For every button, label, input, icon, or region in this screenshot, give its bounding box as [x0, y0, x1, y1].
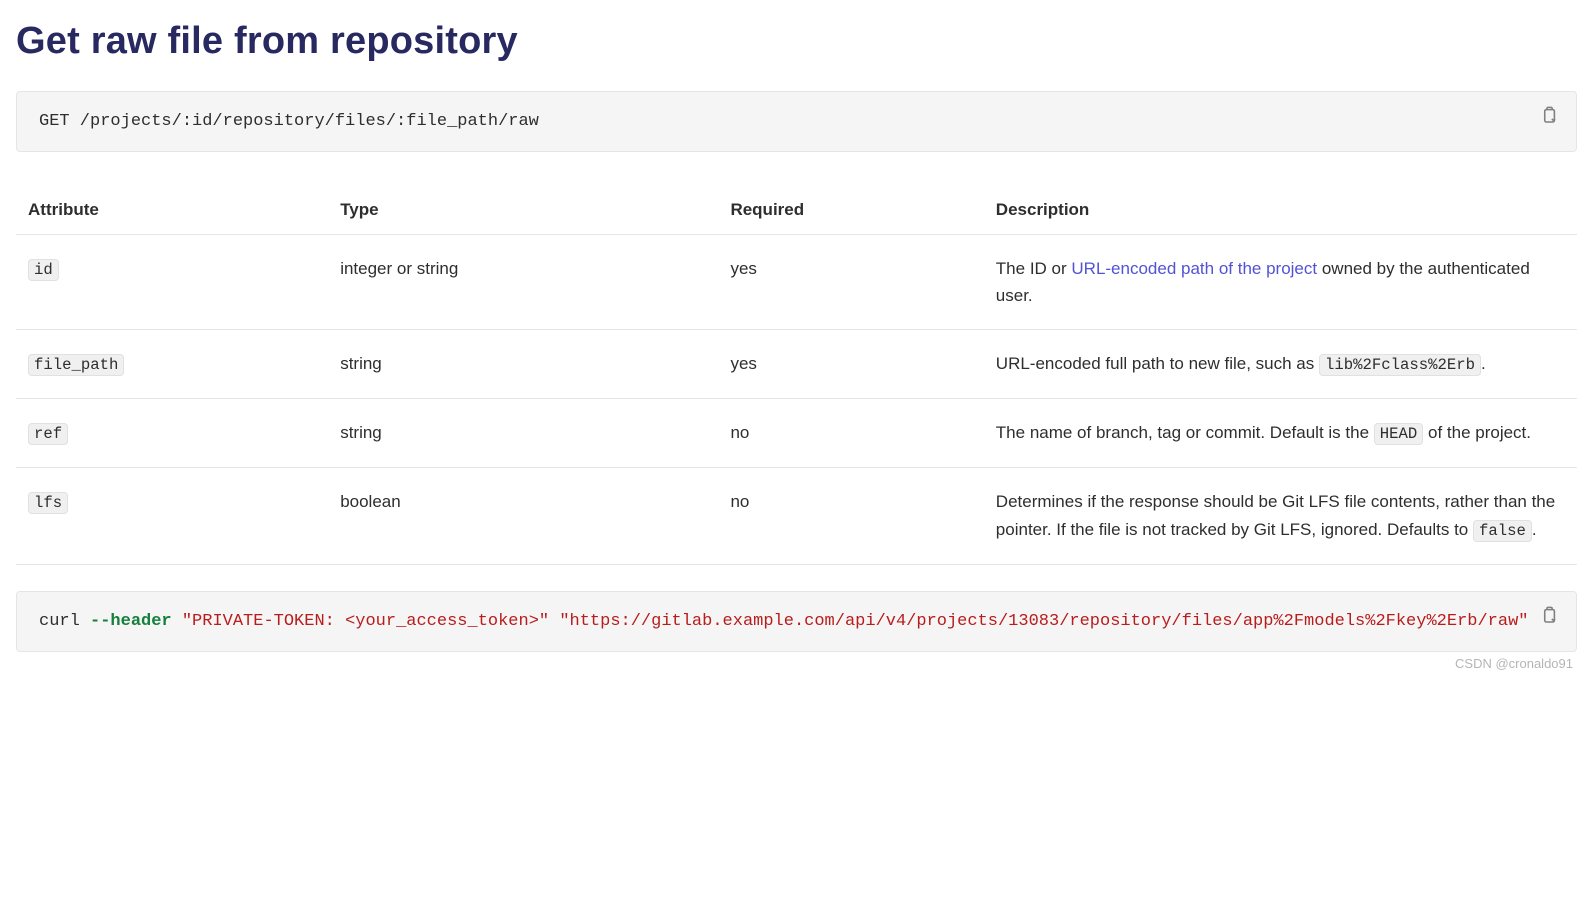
attr-required: no [718, 468, 983, 564]
desc-pre: Determines if the response should be Git… [996, 492, 1555, 538]
attr-type: string [328, 330, 718, 399]
attr-description: The ID or URL-encoded path of the projec… [984, 235, 1577, 330]
table-row: ref string no The name of branch, tag or… [16, 399, 1577, 468]
attr-required: yes [718, 330, 983, 399]
attributes-table: Attribute Type Required Description id i… [16, 182, 1577, 565]
curl-option: --header [90, 612, 172, 631]
attr-code: ref [28, 423, 68, 445]
attr-required: yes [718, 235, 983, 330]
desc-post: of the project. [1423, 423, 1531, 442]
attr-code: file_path [28, 354, 124, 376]
attr-code: id [28, 259, 59, 281]
curl-cmd: curl [39, 612, 90, 631]
url-encoded-path-link[interactable]: URL-encoded path of the project [1071, 259, 1317, 278]
desc-pre: The ID or [996, 259, 1072, 278]
curl-string-cutoff: y/files/app%2Fmodels%2Fkey%2Erb/raw" [1161, 612, 1528, 631]
copy-button-endpoint[interactable] [1536, 102, 1562, 128]
desc-pre: The name of branch, tag or commit. Defau… [996, 423, 1374, 442]
attr-description: URL-encoded full path to new file, such … [984, 330, 1577, 399]
copy-button-curl[interactable] [1536, 602, 1562, 628]
th-attribute: Attribute [16, 182, 328, 235]
desc-pre: URL-encoded full path to new file, such … [996, 354, 1319, 373]
desc-code: false [1473, 520, 1532, 542]
endpoint-code-block: GET /projects/:id/repository/files/:file… [16, 91, 1577, 152]
attr-type: boolean [328, 468, 718, 564]
table-row: id integer or string yes The ID or URL-e… [16, 235, 1577, 330]
page-title: Get raw file from repository [16, 20, 1577, 63]
clipboard-icon [1540, 106, 1558, 124]
curl-space [549, 612, 559, 631]
th-type: Type [328, 182, 718, 235]
attr-description: The name of branch, tag or commit. Defau… [984, 399, 1577, 468]
curl-space [172, 612, 182, 631]
attr-code: lfs [28, 492, 68, 514]
desc-code: HEAD [1374, 423, 1424, 445]
desc-code: lib%2Fclass%2Erb [1319, 354, 1481, 376]
curl-string-url: "https://gitlab.example.com/api/v4/proje… [559, 612, 1161, 631]
table-header-row: Attribute Type Required Description [16, 182, 1577, 235]
curl-string-token: "PRIVATE-TOKEN: <your_access_token>" [182, 612, 549, 631]
watermark: CSDN @cronaldo91 [16, 652, 1577, 671]
table-row: lfs boolean no Determines if the respons… [16, 468, 1577, 564]
attr-required: no [718, 399, 983, 468]
th-description: Description [984, 182, 1577, 235]
endpoint-code-text: GET /projects/:id/repository/files/:file… [39, 112, 539, 131]
curl-code-block: curl --header "PRIVATE-TOKEN: <your_acce… [16, 591, 1577, 652]
attr-type: integer or string [328, 235, 718, 330]
th-required: Required [718, 182, 983, 235]
desc-post: . [1532, 520, 1537, 539]
desc-post: . [1481, 354, 1486, 373]
attr-type: string [328, 399, 718, 468]
table-row: file_path string yes URL-encoded full pa… [16, 330, 1577, 399]
clipboard-icon [1540, 606, 1558, 624]
attr-description: Determines if the response should be Git… [984, 468, 1577, 564]
